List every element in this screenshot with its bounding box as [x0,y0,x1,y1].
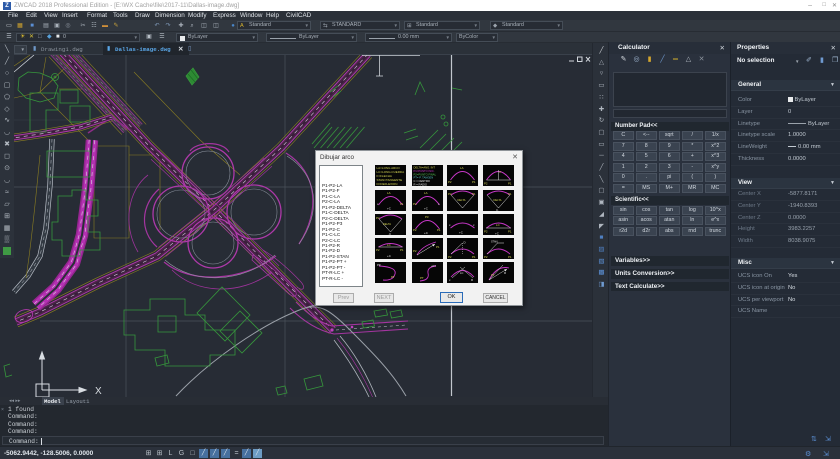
svg-text:LC: LC [460,271,463,275]
svg-text:·C: ·C [388,232,391,235]
svg-text:P1: P1 [437,228,441,232]
svg-text:P2: P2 [413,249,417,253]
svg-text:LC: LC [496,223,500,227]
svg-text:P1: P1 [472,180,476,184]
svg-text:+C: +C [459,230,463,234]
svg-text:R = RADIO: R = RADIO [413,182,427,186]
svg-text:x: x [449,223,451,227]
svg-text:P1: P1 [472,255,476,259]
svg-text:P1: P1 [508,182,512,186]
svg-text:PT: PT [491,273,495,277]
svg-text:DELTA: DELTA [458,198,466,202]
svg-text:R: R [471,278,473,282]
svg-text:P2: P2 [376,216,380,220]
svg-text:D: D [464,240,466,244]
svg-text:P1: P1 [508,255,512,259]
svg-text:+C: +C [495,231,499,235]
svg-text:x: x [438,202,440,206]
svg-text:P1: P1 [472,192,476,196]
svg-text:P2: P2 [448,192,452,196]
svg-text:P2: P2 [448,180,452,184]
svg-text:STAN: STAN [491,240,498,243]
svg-text:P2: P2 [484,182,488,186]
svg-text:+C: +C [387,254,391,258]
svg-text:F: F [499,170,501,174]
svg-text:C·: C· [496,208,499,211]
svg-text:P3: P3 [425,215,429,219]
svg-text:+C: +C [424,206,428,210]
svg-text:P2: P2 [484,255,488,259]
svg-text:PT: PT [391,275,395,279]
svg-text:P1: P1 [436,245,440,249]
svg-text:DELTA: DELTA [493,198,501,202]
svg-text:P2: P2 [448,255,452,259]
svg-text:P2: P2 [484,229,488,233]
svg-text:P1: P1 [508,192,512,196]
svg-text:DELTA: DELTA [383,222,391,226]
svg-text:x: x [449,278,451,282]
svg-text:LA: LA [460,166,464,170]
svg-text:D=DEFLEXION: D=DEFLEXION [377,182,398,186]
svg-text:P2: P2 [413,228,417,232]
svg-text:P1: P1 [400,248,404,252]
svg-text:PT: PT [420,276,424,280]
svg-text:X: X [95,386,102,397]
svg-text:PR: PR [377,263,381,267]
svg-text:x: x [473,223,475,227]
svg-text:+PT: +PT [431,264,436,268]
svg-text:P2: P2 [376,248,380,252]
svg-text:P1: P1 [400,202,404,206]
svg-text:+C: +C [387,206,391,210]
svg-text:+C: +C [424,231,428,235]
svg-text:P2: P2 [413,202,417,206]
svg-text:P1: P1 [508,229,512,233]
svg-text:LA: LA [424,191,428,195]
svg-text:LA: LA [387,191,391,195]
svg-text:R: R [504,271,506,275]
svg-text:LC: LC [387,243,391,247]
